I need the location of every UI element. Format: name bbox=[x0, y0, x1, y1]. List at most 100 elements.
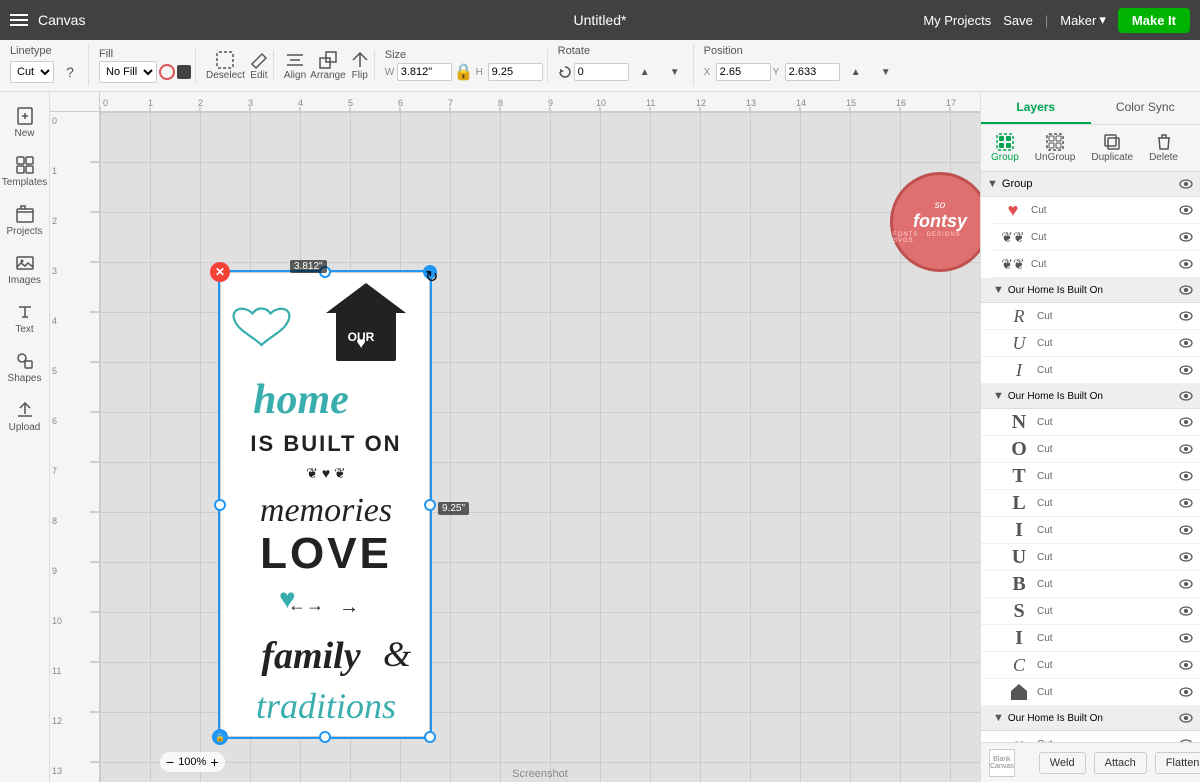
group4-eye-icon[interactable] bbox=[1178, 710, 1194, 726]
delete-button[interactable]: Delete bbox=[1143, 129, 1184, 167]
flatten-button[interactable]: Flatten bbox=[1155, 752, 1200, 774]
maker-dropdown[interactable]: Maker ▾ bbox=[1060, 12, 1106, 28]
layer-item-I3[interactable]: I Cut bbox=[981, 625, 1200, 652]
layer-item-T[interactable]: T Cut bbox=[981, 463, 1200, 490]
canvas-area[interactable]: 0 1 2 3 4 5 6 7 8 9 10 11 12 13 14 15 bbox=[50, 92, 980, 782]
flip-button[interactable]: Flip bbox=[350, 50, 370, 81]
zoom-out-button[interactable]: − bbox=[166, 754, 174, 770]
layer-item-cursive-c[interactable]: C Cut bbox=[981, 652, 1200, 679]
sidebar-item-projects[interactable]: Projects bbox=[2, 198, 48, 243]
group2-eye-icon[interactable] bbox=[1178, 282, 1194, 298]
layer-eye[interactable] bbox=[1178, 335, 1194, 351]
rotate-input[interactable] bbox=[574, 63, 629, 81]
y-input[interactable] bbox=[785, 63, 840, 81]
weld-button[interactable]: Weld bbox=[1039, 752, 1086, 774]
layer-item-U[interactable]: U Cut bbox=[981, 330, 1200, 357]
my-projects-link[interactable]: My Projects bbox=[923, 13, 991, 28]
menu-icon[interactable] bbox=[10, 10, 30, 30]
layer-eye[interactable] bbox=[1178, 229, 1194, 245]
layer-item-B[interactable]: B Cut bbox=[981, 571, 1200, 598]
layer-item-leaf2[interactable]: ❦❦ Cut bbox=[993, 251, 1200, 278]
attach-button[interactable]: Attach bbox=[1094, 752, 1147, 774]
layer-eye[interactable] bbox=[1178, 414, 1194, 430]
scale-handle-br[interactable] bbox=[424, 731, 436, 743]
layer-item-N[interactable]: N Cut bbox=[981, 409, 1200, 436]
rotate-handle[interactable]: ↻ bbox=[423, 265, 437, 279]
save-link[interactable]: Save bbox=[1003, 13, 1033, 28]
sidebar-item-upload[interactable]: Upload bbox=[2, 394, 48, 439]
group-button[interactable]: Group bbox=[985, 129, 1025, 167]
layer-eye[interactable] bbox=[1178, 308, 1194, 324]
panel-toolbar: Group UnGroup Duplicate bbox=[981, 125, 1200, 172]
sidebar-item-images[interactable]: Images bbox=[2, 247, 48, 292]
sidebar-item-text[interactable]: Text bbox=[2, 296, 48, 341]
tab-color-sync[interactable]: Color Sync bbox=[1091, 92, 1200, 124]
fill-color-picker[interactable] bbox=[159, 64, 175, 80]
svg-text:14: 14 bbox=[796, 98, 806, 108]
handle-right-center[interactable] bbox=[424, 499, 436, 511]
layer-item-U2[interactable]: U Cut bbox=[981, 544, 1200, 571]
layer-item-O[interactable]: O Cut bbox=[981, 436, 1200, 463]
layer-item-L[interactable]: L Cut bbox=[981, 490, 1200, 517]
rotate-up[interactable]: ▲ bbox=[631, 58, 659, 86]
layer-item-house[interactable]: Cut bbox=[981, 679, 1200, 706]
align-button[interactable]: Align bbox=[284, 50, 306, 81]
layer-item-R[interactable]: R Cut bbox=[981, 303, 1200, 330]
sidebar-item-new[interactable]: New bbox=[2, 100, 48, 145]
position-down[interactable]: ▼ bbox=[872, 58, 900, 86]
layer-eye[interactable] bbox=[1178, 441, 1194, 457]
tab-layers[interactable]: Layers bbox=[981, 92, 1091, 124]
layer-eye[interactable] bbox=[1178, 468, 1194, 484]
deselect-button[interactable]: Deselect bbox=[206, 50, 245, 81]
handle-bottom-center[interactable] bbox=[319, 731, 331, 743]
layer-eye[interactable] bbox=[1178, 549, 1194, 565]
layer-eye[interactable] bbox=[1178, 522, 1194, 538]
layer-eye[interactable] bbox=[1178, 576, 1194, 592]
lock-aspect-icon[interactable]: 🔒 bbox=[454, 62, 474, 82]
layer-eye[interactable] bbox=[1178, 603, 1194, 619]
linetype-help[interactable]: ? bbox=[56, 58, 84, 86]
group3-eye-icon[interactable] bbox=[1178, 388, 1194, 404]
position-up[interactable]: ▲ bbox=[842, 58, 870, 86]
make-it-button[interactable]: Make It bbox=[1118, 8, 1190, 33]
layer-eye[interactable] bbox=[1178, 630, 1194, 646]
layer-item-S[interactable]: S Cut bbox=[981, 598, 1200, 625]
x-input[interactable] bbox=[716, 63, 771, 81]
lock-handle[interactable]: 🔒 bbox=[212, 729, 228, 745]
layer-eye[interactable] bbox=[1178, 495, 1194, 511]
layer-eye[interactable] bbox=[1178, 362, 1194, 378]
arrange-button[interactable]: Arrange bbox=[310, 50, 346, 81]
duplicate-button[interactable]: Duplicate bbox=[1085, 129, 1139, 167]
sidebar-item-shapes[interactable]: Shapes bbox=[2, 345, 48, 390]
layer-group-header-main[interactable]: ▼ Group bbox=[981, 172, 1200, 197]
width-input[interactable] bbox=[397, 63, 452, 81]
layer-group-header-4[interactable]: ▼ Our Home Is Built On bbox=[981, 706, 1200, 731]
sidebar-item-templates[interactable]: Templates bbox=[2, 149, 48, 194]
rotate-down[interactable]: ▼ bbox=[661, 58, 689, 86]
layer-eye[interactable] bbox=[1178, 684, 1194, 700]
layer-item-leaf1[interactable]: ❦❦ Cut bbox=[993, 224, 1200, 251]
layers-list[interactable]: ▼ Group ♥ Cut ❦❦ Cut ❦❦ Cut bbox=[981, 172, 1200, 742]
linetype-select[interactable]: Cut bbox=[10, 61, 54, 83]
layer-item-I2[interactable]: I Cut bbox=[981, 517, 1200, 544]
layer-eye[interactable] bbox=[1178, 202, 1194, 218]
layer-group-header-3[interactable]: ▼ Our Home Is Built On bbox=[981, 384, 1200, 409]
zoom-bar: − 100% + bbox=[160, 752, 225, 772]
layer-item-y[interactable]: y Cut bbox=[981, 731, 1200, 742]
edit-button[interactable]: Edit bbox=[249, 50, 269, 81]
layer-item-I1[interactable]: I Cut bbox=[981, 357, 1200, 384]
templates-icon bbox=[15, 155, 35, 175]
layer-group-header-2[interactable]: ▼ Our Home Is Built On bbox=[981, 278, 1200, 303]
height-input[interactable] bbox=[488, 63, 543, 81]
handle-left-center[interactable] bbox=[214, 499, 226, 511]
group-eye-icon[interactable] bbox=[1178, 176, 1194, 192]
layer-eye[interactable] bbox=[1178, 657, 1194, 673]
zoom-in-button[interactable]: + bbox=[210, 754, 218, 770]
close-handle[interactable]: ✕ bbox=[210, 262, 230, 282]
canvas-content[interactable]: ♥ ♥ ♥ OUR home IS BUILT ON ❦ ♥ ❦ memorie… bbox=[100, 112, 980, 782]
layer-item-heart[interactable]: ♥ Cut bbox=[993, 197, 1200, 224]
ungroup-button[interactable]: UnGroup bbox=[1029, 129, 1082, 167]
layer-eye[interactable] bbox=[1178, 256, 1194, 272]
fill-select[interactable]: No Fill bbox=[99, 61, 157, 83]
fill-pen-icon[interactable] bbox=[177, 65, 191, 79]
